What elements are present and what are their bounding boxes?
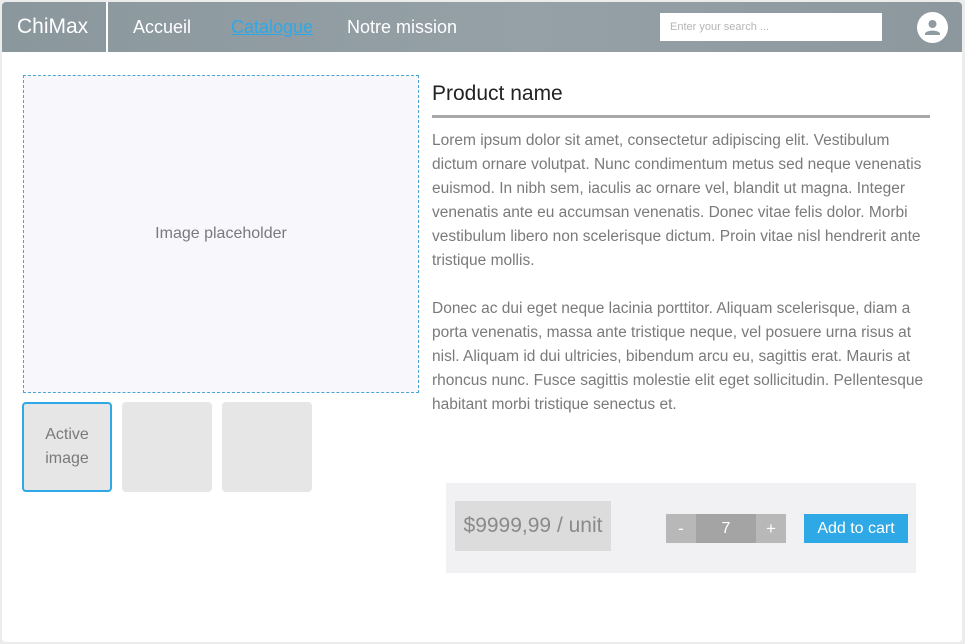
product-description-paragraph-1: Lorem ipsum dolor sit amet, consectetur … bbox=[432, 132, 922, 269]
product-title: Product name bbox=[432, 82, 930, 118]
thumbnail-2[interactable] bbox=[122, 402, 212, 492]
unit-price: $9999,99 / unit bbox=[455, 501, 611, 551]
nav-link-catalogue[interactable]: Catalogue bbox=[231, 2, 313, 52]
quantity-increment-button[interactable]: + bbox=[756, 514, 786, 543]
quantity-value[interactable]: 7 bbox=[696, 514, 756, 543]
page-frame: ChiMax Accueil Catalogue Notre mission I… bbox=[2, 2, 962, 642]
purchase-panel: $9999,99 / unit - 7 + Add to cart bbox=[446, 483, 916, 573]
user-avatar-icon bbox=[925, 20, 940, 35]
main-product-image: Image placeholder bbox=[23, 75, 419, 393]
quantity-decrement-button[interactable]: - bbox=[666, 514, 696, 543]
add-to-cart-button[interactable]: Add to cart bbox=[804, 514, 908, 543]
avatar[interactable] bbox=[917, 12, 948, 43]
nav-link-accueil[interactable]: Accueil bbox=[133, 2, 191, 52]
image-placeholder-label: Image placeholder bbox=[155, 225, 287, 242]
brand-divider bbox=[106, 2, 108, 52]
nav-link-notre-mission[interactable]: Notre mission bbox=[347, 2, 457, 52]
product-description-paragraph-2: Donec ac dui eget neque lacinia porttito… bbox=[432, 300, 924, 413]
top-navbar: ChiMax Accueil Catalogue Notre mission bbox=[2, 2, 962, 52]
thumbnail-label: Active image bbox=[45, 426, 89, 467]
brand-logo[interactable]: ChiMax bbox=[2, 2, 106, 52]
thumbnail-active[interactable]: Active image bbox=[22, 402, 112, 492]
thumbnail-3[interactable] bbox=[222, 402, 312, 492]
search-input[interactable] bbox=[660, 13, 882, 41]
